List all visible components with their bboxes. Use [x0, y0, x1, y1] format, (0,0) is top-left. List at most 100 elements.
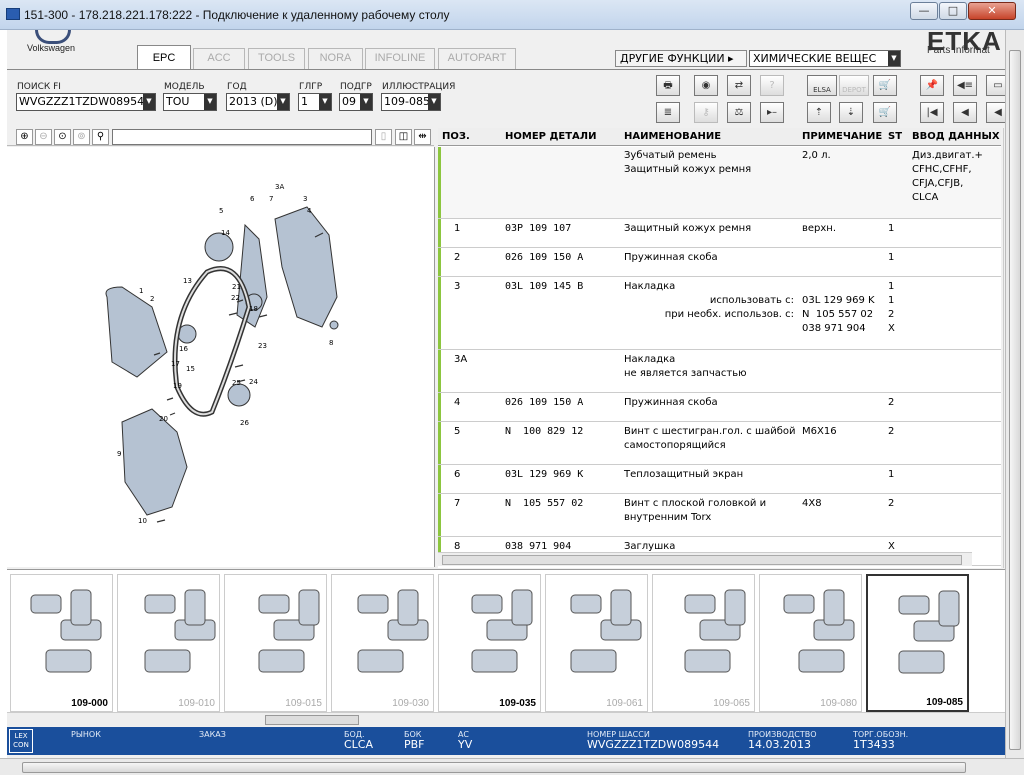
zoom-fit-icon[interactable]: ⊙ — [54, 129, 71, 145]
cart-add-icon[interactable]: 🛒 — [873, 102, 897, 123]
table-horizontal-scrollbar[interactable] — [438, 552, 972, 566]
depot-button[interactable]: DEPOT — [839, 75, 869, 96]
tab-tools[interactable]: TOOLS — [248, 48, 305, 69]
table-row[interactable]: 3A Накладка не является запчастью — [438, 350, 1001, 393]
split-arrow-icon[interactable]: ⇹ — [414, 129, 431, 145]
diagram-callout[interactable]: 9 — [117, 450, 121, 458]
tab-epc[interactable]: EPC — [137, 45, 191, 70]
tab-autopart[interactable]: AUTOPART — [438, 48, 516, 69]
diagram-callout[interactable]: 22 — [231, 294, 240, 302]
diagram-callout[interactable]: 15 — [186, 365, 195, 373]
diagram-callout[interactable]: 25 — [232, 379, 241, 387]
table-row[interactable]: 5 N 100 829 12 Винт с шестигран.гол. с шай… — [438, 422, 1001, 465]
table-row[interactable]: 2 026 109 150 A Пружинная скоба 1 — [438, 248, 1001, 277]
chevron-down-icon[interactable]: ▼ — [277, 94, 289, 110]
thumbnail-109-061[interactable]: 109-061 — [545, 574, 648, 712]
podgr-select[interactable]: 09 ▼ — [339, 93, 373, 111]
search-icon[interactable]: ⚲ — [92, 129, 109, 145]
diagram-callout[interactable]: 17 — [171, 360, 180, 368]
diagram-callout[interactable]: 5 — [219, 207, 223, 215]
search-fi-input[interactable]: WVGZZZ1TZDW08954 ▼ — [16, 93, 156, 111]
cart-up-icon[interactable]: ⇡ — [807, 102, 831, 123]
play-minus-icon[interactable]: ▸– — [760, 102, 784, 123]
zoom-out-icon[interactable]: ⊖ — [35, 129, 52, 145]
chevron-down-icon[interactable]: ▼ — [143, 94, 155, 110]
table-row-header[interactable]: Зубчатый ремень Защитный кожух ремня 2,0… — [438, 147, 1001, 219]
chevron-down-icon[interactable]: ▼ — [319, 94, 331, 110]
thumbnail-109-080[interactable]: 109-080 — [759, 574, 862, 712]
key-icon[interactable]: ⚷ — [694, 102, 718, 123]
diagram-callout[interactable]: 2 — [150, 295, 154, 303]
zoom-reset-icon[interactable]: ⊚ — [73, 129, 90, 145]
thumbnail-109-000[interactable]: 109-000 — [10, 574, 113, 712]
thumbnail-109-065[interactable]: 109-065 — [652, 574, 755, 712]
zoom-in-icon[interactable]: ⊕ — [16, 129, 33, 145]
diagram-callout[interactable]: 1 — [139, 287, 143, 295]
diagram-callout[interactable]: 3A — [275, 183, 284, 191]
scroll-thumb[interactable] — [22, 762, 966, 773]
pin-icon[interactable]: 📌 — [920, 75, 944, 96]
scale-icon[interactable]: ⚖ — [727, 102, 751, 123]
table-row[interactable]: 1 03P 109 107 Защитный кожух ремня верхн. 1 — [438, 219, 1001, 248]
thumbnail-scrollbar[interactable] — [7, 712, 1016, 726]
glgr-select[interactable]: 1 ▼ — [298, 93, 332, 111]
thumbnail-109-015[interactable]: 109-015 — [224, 574, 327, 712]
col-part-number[interactable]: НОМЕР ДЕТАЛИ — [505, 131, 596, 142]
diagram-callout[interactable]: 19 — [173, 382, 182, 390]
table-row[interactable]: 3 03L 109 145 B Накладка использовать с: пр… — [438, 277, 1001, 350]
chevron-down-icon[interactable]: ▼ — [428, 94, 440, 110]
col-name[interactable]: НАИМЕНОВАНИЕ — [624, 131, 721, 142]
diagram-callout[interactable]: 3 — [303, 195, 307, 203]
col-input[interactable]: ВВОД ДАННЫХ П — [912, 131, 1001, 142]
parts-diagram[interactable]: 3A 6 7 3 4 5 14 1 2 13 21 22 18 16 15 17 19 20 23 24 25 26 9 10… — [7, 147, 435, 567]
disc-icon[interactable]: ◉ — [694, 75, 718, 96]
split-view-icon[interactable]: ◫ — [395, 129, 412, 145]
help-icon[interactable]: ? — [760, 75, 784, 96]
scroll-thumb[interactable] — [442, 555, 962, 565]
first-page-icon[interactable]: |◀ — [920, 102, 944, 123]
thumbnail-109-010[interactable]: 109-010 — [117, 574, 220, 712]
thumbnail-109-035[interactable]: 109-035 — [438, 574, 541, 712]
diagram-callout[interactable]: 14 — [221, 229, 230, 237]
tab-nora[interactable]: NORA — [308, 48, 363, 69]
scroll-thumb[interactable] — [1009, 50, 1021, 750]
chevron-down-icon[interactable]: ▼ — [360, 94, 372, 110]
diagram-callout[interactable]: 16 — [179, 345, 188, 353]
diagram-callout[interactable]: 10 — [138, 517, 147, 525]
chemicals-select[interactable]: ХИМИЧЕСКИЕ ВЕЩЕС ▼ — [749, 50, 901, 67]
diagram-callout[interactable]: 24 — [249, 378, 258, 386]
minimize-button[interactable]: — — [910, 2, 938, 20]
chevron-down-icon[interactable]: ▼ — [204, 94, 216, 110]
table-row[interactable]: 4 026 109 150 A Пружинная скоба 2 — [438, 393, 1001, 422]
diagram-callout[interactable]: 6 — [250, 195, 254, 203]
cart-icon[interactable]: 🛒 — [873, 75, 897, 96]
diagram-callout[interactable]: 7 — [269, 195, 273, 203]
other-functions-button[interactable]: ДРУГИЕ ФУНКЦИИ ▸ — [615, 50, 747, 67]
col-pos[interactable]: ПОЗ. — [442, 131, 470, 142]
print-icon[interactable]: 🖶 — [656, 75, 680, 96]
scroll-thumb[interactable] — [265, 715, 359, 725]
table-row[interactable]: 6 03L 129 969 K Теплозащитный экран 1 — [438, 465, 1001, 494]
tab-acc[interactable]: ACC — [193, 48, 245, 69]
maximize-button[interactable]: □ — [939, 2, 967, 20]
diagram-search-input[interactable] — [112, 129, 372, 145]
model-select[interactable]: TOU ▼ — [163, 93, 217, 111]
diagram-callout[interactable]: 18 — [249, 305, 258, 313]
diagram-callout[interactable]: 23 — [258, 342, 267, 350]
handshake-icon[interactable]: ⇄ — [727, 75, 751, 96]
diagram-callout[interactable]: 20 — [159, 415, 168, 423]
col-st[interactable]: ST — [888, 131, 902, 142]
close-button[interactable]: ✕ — [968, 2, 1016, 20]
back-list-icon[interactable]: ◀≡ — [953, 75, 977, 96]
prev-page-icon[interactable]: ◀ — [953, 102, 977, 123]
tab-infoline[interactable]: INFOLINE — [365, 48, 435, 69]
thumbnail-109-030[interactable]: 109-030 — [331, 574, 434, 712]
split-left-icon[interactable]: ▯ — [375, 129, 392, 145]
col-note[interactable]: ПРИМЕЧАНИЕ — [802, 131, 882, 142]
chevron-down-icon[interactable]: ▼ — [888, 51, 900, 66]
rdp-vertical-scrollbar[interactable] — [1005, 30, 1024, 758]
diagram-callout[interactable]: 8 — [329, 339, 333, 347]
diagram-callout[interactable]: 26 — [240, 419, 249, 427]
elsa-button[interactable]: ELSA — [807, 75, 837, 96]
thumbnail-109-085[interactable]: 109-085 — [866, 574, 969, 712]
